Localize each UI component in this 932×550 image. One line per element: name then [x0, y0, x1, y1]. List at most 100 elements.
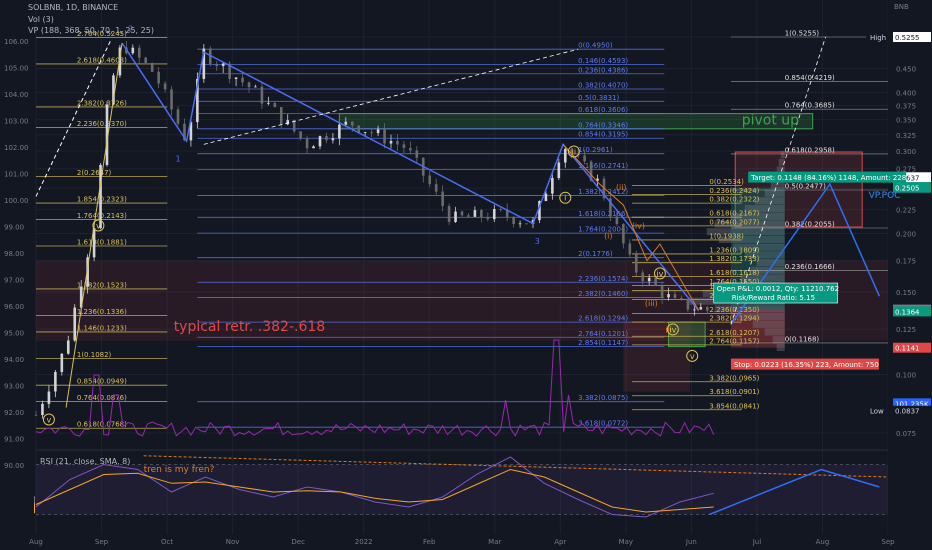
risk-reward-text: Risk/Reward Ratio: 5.15 — [732, 294, 815, 302]
left-axis-tick: 106.00 — [4, 38, 29, 46]
wave-label: (iii) — [645, 299, 658, 308]
volume-profile-bar — [776, 343, 785, 351]
left-axis-tick: 105.00 — [4, 65, 29, 73]
fib-mid-label: 2(0.1776) — [578, 250, 613, 258]
wave-label: 3 — [535, 237, 540, 246]
fib-proj-label: 0.382(0.2055) — [785, 221, 835, 229]
wave-label: v — [47, 415, 52, 424]
candle-body — [622, 224, 625, 244]
candle-body — [331, 138, 335, 141]
wave-label: (iv) — [632, 222, 645, 231]
fib-mid-label: 0.382(0.4070) — [578, 81, 628, 89]
candle-body — [583, 155, 586, 162]
fib-proj-label: 0.236(0.1666) — [785, 263, 835, 271]
x-axis-tick: Dec — [291, 538, 305, 546]
candle-body — [241, 77, 244, 83]
fib-left-label: 0.854(0.0949) — [77, 378, 127, 386]
fib-mid-label: 2.236(0.1574) — [578, 275, 628, 283]
fib-left-label: 0.618(0.0768) — [77, 421, 127, 429]
candle-body — [492, 209, 496, 220]
pivot-up-note: pivot up — [742, 112, 799, 128]
fib-proj-label: 0.764(0.3685) — [785, 102, 835, 110]
candle-body — [460, 211, 464, 216]
candle-body — [686, 299, 690, 310]
left-axis-tick: 103.00 — [4, 118, 29, 126]
fib-mid-label: 3.618(0.0772) — [578, 420, 628, 428]
fib-mid-label: 1(0.2961) — [578, 146, 613, 154]
left-axis-tick: 92.00 — [4, 409, 24, 417]
vp-title: VP (188, 368, 50, 70, 1, 25, 25) — [28, 26, 154, 35]
x-axis-tick: Jun — [685, 538, 697, 546]
candle-body — [247, 82, 251, 88]
candle-body — [60, 353, 64, 372]
x-axis-tick: Jul — [752, 538, 762, 546]
right-axis-tick: 0.350 — [896, 117, 916, 125]
left-axis-tick: 102.00 — [4, 144, 29, 152]
candle-body — [641, 272, 645, 282]
candle-body — [363, 132, 367, 133]
right-axis-tick: 0.150 — [896, 289, 916, 297]
fib-left-label: 1.854(0.2323) — [77, 196, 127, 204]
candle-body — [41, 403, 44, 416]
right-axis-tick: 0.100 — [896, 372, 916, 380]
candle-body — [673, 294, 677, 299]
candle-body — [267, 102, 270, 104]
candle-body — [344, 121, 348, 125]
candle-body — [144, 57, 148, 63]
fib-proj-label: 0(0.1168) — [785, 335, 820, 343]
price-tag-label: Low — [870, 408, 884, 416]
candle-body — [693, 309, 696, 311]
left-axis-tick: 93.00 — [4, 383, 24, 391]
fib-right-label: 1.618(0.1618) — [709, 269, 759, 277]
wave-label: iv — [656, 269, 663, 278]
volume-profile-bar — [756, 258, 785, 267]
candle-body — [699, 307, 703, 310]
candle-body — [383, 129, 386, 144]
candle-body — [705, 307, 709, 311]
fib-proj-label: 0.618(0.2958) — [785, 146, 835, 154]
candle-body — [615, 216, 619, 225]
bottom-axis-bg — [0, 534, 932, 550]
left-axis-tick: 95.00 — [4, 330, 24, 338]
x-axis-tick: 2022 — [355, 538, 373, 546]
candle-body — [157, 71, 160, 84]
fib-left-label: 1.236(0.1336) — [77, 308, 127, 316]
candle-body — [318, 136, 322, 147]
fib-mid-label: 3.382(0.0875) — [578, 394, 628, 402]
fib-mid-label: 2.854(0.1147) — [578, 339, 628, 347]
fib-mid-label: 1.618(0.2166) — [578, 210, 628, 218]
candle-body — [473, 210, 477, 217]
right-axis-bg — [888, 0, 932, 550]
fib-mid-label: 0.236(0.4386) — [578, 66, 628, 74]
rsi-annotation: tren is my fren? — [144, 465, 215, 475]
left-axis-tick: 97.00 — [4, 277, 24, 285]
fib-mid-label: 0.764(0.3346) — [578, 121, 628, 129]
x-axis-tick: Sep — [881, 538, 895, 546]
left-axis-tick: 101.00 — [4, 171, 29, 179]
candle-body — [544, 193, 548, 201]
candle-body — [486, 217, 490, 220]
right-axis-tick: 0.225 — [896, 207, 916, 215]
candle-body — [396, 140, 399, 145]
fib-left-label: 2.382(0.3726) — [77, 99, 127, 107]
right-axis-tick: 0.175 — [896, 258, 916, 266]
fib-right-label: 1.236(0.1809) — [709, 246, 759, 254]
candle-body — [647, 277, 651, 282]
left-axis-tick: 98.00 — [4, 250, 24, 258]
candle-body — [557, 162, 561, 179]
candle-body — [454, 211, 457, 222]
candle-body — [54, 371, 57, 392]
left-axis-tick: 96.00 — [4, 303, 24, 311]
fib-right-label: 0.236(0.2424) — [709, 187, 759, 195]
candle-body — [628, 243, 632, 255]
candle-body — [66, 340, 70, 354]
candle-body — [312, 146, 315, 149]
candle-body — [34, 414, 38, 416]
left-axis-tick: 94.00 — [4, 356, 24, 364]
fib-right-label: 1(0.1938) — [709, 232, 744, 240]
fib-right-label: 3.854(0.0841) — [709, 402, 759, 410]
fib-left-label: 1.146(0.1233) — [77, 324, 127, 332]
candle-body — [47, 391, 51, 404]
x-axis-tick: Aug — [29, 538, 43, 546]
fib-mid-label: 2.382(0.1460) — [578, 290, 628, 298]
